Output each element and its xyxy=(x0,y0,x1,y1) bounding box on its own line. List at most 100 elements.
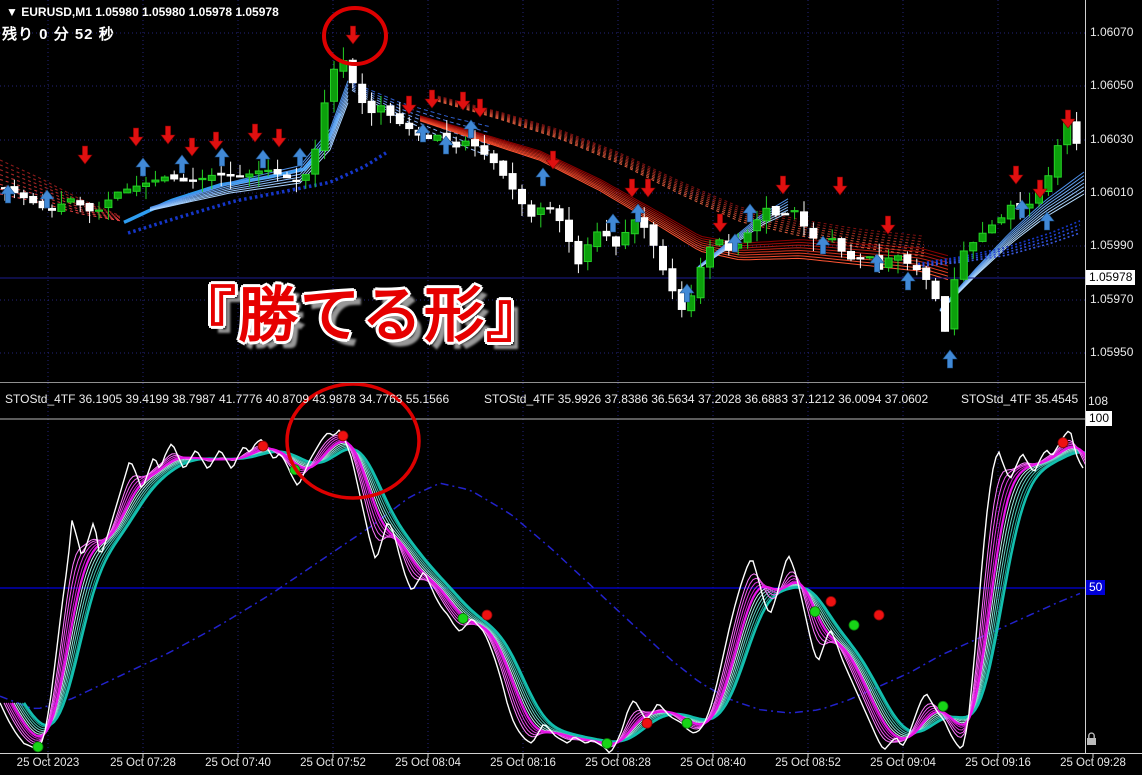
indicator-pane[interactable] xyxy=(0,383,1107,753)
bear-candle xyxy=(480,145,489,155)
bear-candle xyxy=(546,207,555,210)
bull-candle xyxy=(593,231,602,248)
bear-candle xyxy=(1072,121,1081,144)
bear-candle xyxy=(179,177,188,182)
bear-candle xyxy=(358,83,367,104)
bull-candle xyxy=(1006,204,1015,220)
bear-candle xyxy=(405,122,414,130)
sell-dot xyxy=(1057,437,1069,449)
sell-arrow-icon xyxy=(77,145,93,165)
bear-candle xyxy=(170,174,179,180)
bear-candle xyxy=(659,245,667,271)
stochastic-fan-line xyxy=(11,441,1085,745)
candle-countdown-timer: 残り 0 分 52 秒 xyxy=(2,26,115,43)
bull-candle xyxy=(245,173,254,178)
buy-dot xyxy=(848,619,860,631)
buy-dot xyxy=(32,741,44,753)
bear-candle xyxy=(499,160,508,176)
buy-arrow-icon xyxy=(535,167,551,187)
chart-canvas[interactable] xyxy=(0,0,1142,775)
indicator-level-badge: 50 xyxy=(1086,580,1106,595)
bull-candle xyxy=(142,182,150,187)
bull-candle xyxy=(57,203,66,212)
time-axis-label: 25 Oct 08:52 xyxy=(775,757,841,769)
bull-candle xyxy=(320,102,329,151)
bull-candle xyxy=(123,188,132,194)
buy-arrow-icon xyxy=(900,271,916,291)
bear-candle xyxy=(912,265,921,271)
bull-candle xyxy=(894,255,902,261)
time-axis-label: 25 Oct 07:52 xyxy=(300,757,366,769)
bear-candle xyxy=(800,211,808,227)
time-axis-label: 25 Oct 08:40 xyxy=(680,757,746,769)
bear-candle xyxy=(508,173,517,190)
time-axis-label: 25 Oct 08:16 xyxy=(490,757,556,769)
bear-candle xyxy=(217,172,226,176)
bull-candle xyxy=(301,174,310,181)
sell-arrow-icon xyxy=(640,178,656,198)
bear-candle xyxy=(555,208,564,222)
sell-dot xyxy=(481,609,493,621)
bear-candle xyxy=(76,200,85,206)
bull-candle xyxy=(95,209,103,212)
bull-candle xyxy=(536,207,545,215)
bear-candle xyxy=(602,230,611,237)
buy-arrow-icon xyxy=(174,154,190,174)
stochastic-fan-line xyxy=(19,446,1085,743)
bear-candle xyxy=(283,174,291,179)
headline-annotation: 『勝てる形』 xyxy=(176,282,548,349)
stochastic-fan-line xyxy=(9,439,1085,745)
slow-stochastic-line xyxy=(0,482,1081,714)
sell-arrow-icon xyxy=(208,131,224,151)
bull-candle xyxy=(762,207,771,222)
sell-arrow-icon xyxy=(271,128,287,148)
bull-candle xyxy=(1053,145,1062,178)
time-axis-label: 25 Oct 07:28 xyxy=(110,757,176,769)
bear-candle xyxy=(612,236,620,247)
bull-candle xyxy=(66,198,75,203)
buy-arrow-icon xyxy=(1014,199,1030,219)
bull-candle xyxy=(311,148,320,175)
stochastic-fan-line xyxy=(17,445,1085,744)
bear-candle xyxy=(903,254,912,264)
bull-candle xyxy=(104,199,113,209)
bear-candle xyxy=(85,202,94,212)
bull-candle xyxy=(377,105,385,113)
time-axis-label: 25 Oct 07:40 xyxy=(205,757,271,769)
price-axis-label: 1.06070 xyxy=(1090,25,1134,39)
bear-candle xyxy=(236,175,244,178)
ribbon-decline-dashed-red xyxy=(431,99,925,257)
sell-dot xyxy=(825,596,837,607)
bull-candle xyxy=(254,170,263,175)
price-axis-label: 1.06050 xyxy=(1090,78,1134,92)
sell-dot xyxy=(257,440,269,452)
buy-dot xyxy=(457,613,469,624)
indicator-header-2: STOStd_4TF 35.9926 37.8386 36.5634 37.20… xyxy=(484,392,929,406)
scale-lock-icon xyxy=(1087,738,1096,745)
bull-candle xyxy=(884,257,893,268)
bear-candle xyxy=(226,173,235,177)
dropdown-icon[interactable]: ▼ xyxy=(6,5,18,19)
bull-candle xyxy=(743,232,752,243)
bull-candle xyxy=(969,242,978,252)
bull-candle xyxy=(198,177,207,181)
sell-arrow-icon xyxy=(401,95,417,115)
indicator-header-3: STOStd_4TF 35.4545 xyxy=(961,392,1079,406)
bull-candle xyxy=(330,68,338,102)
bear-candle xyxy=(931,280,940,300)
stochastic-fan-line xyxy=(5,436,1085,747)
buy-dot xyxy=(601,738,613,749)
stochastic-fan-line xyxy=(22,447,1085,743)
buy-arrow-icon xyxy=(214,147,230,167)
sell-dot xyxy=(641,717,653,729)
sell-arrow-icon xyxy=(345,25,361,45)
sell-arrow-icon xyxy=(247,123,263,143)
bear-candle xyxy=(273,169,282,175)
sell-dot xyxy=(873,609,885,621)
bull-candle xyxy=(113,191,122,199)
bull-candle xyxy=(706,246,714,268)
sell-dot xyxy=(337,430,349,442)
buy-dot xyxy=(681,717,693,729)
bear-candle xyxy=(837,238,846,252)
symbol-ohlc-text: EURUSD,M1 1.05980 1.05980 1.05978 1.0597… xyxy=(21,5,279,19)
